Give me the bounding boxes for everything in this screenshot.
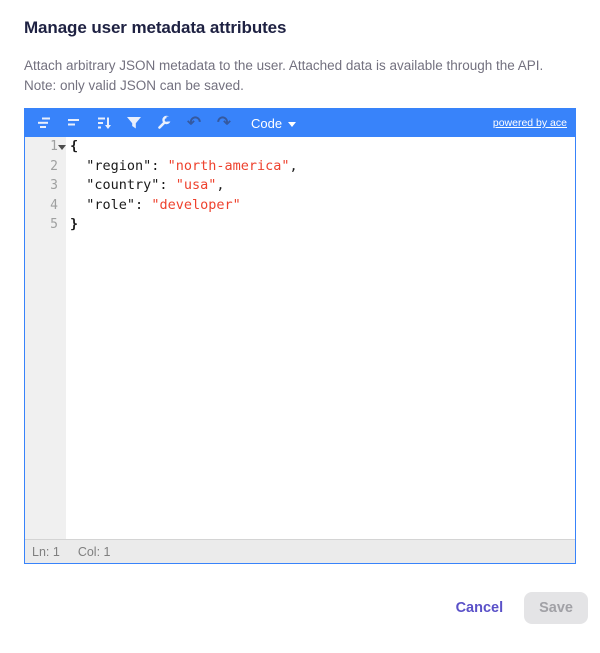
line-indicator: Ln: 1 [32,544,60,559]
page-title: Manage user metadata attributes [24,18,287,37]
json-editor: ↶ ↷ Code powered by ace 12345 { "region":… [24,108,576,564]
line-number: 5 [50,217,58,233]
editor-toolbar: ↶ ↷ Code powered by ace [25,109,575,137]
fold-caret-icon[interactable] [58,145,66,150]
line-number: 3 [50,178,58,194]
sort-icon [96,115,112,131]
modal-footer: Cancel Save [24,592,588,624]
description-note: Note: only valid JSON can be saved. [24,77,244,93]
compact-button[interactable] [61,111,87,135]
sort-button[interactable] [91,111,117,135]
mode-dropdown[interactable]: Code [251,115,297,131]
manage-metadata-modal: Manage user metadata attributes Attach a… [0,0,600,624]
code-line: { [70,138,79,154]
line-number: 2 [50,158,58,174]
column-indicator: Col: 1 [77,544,111,559]
repair-icon [156,115,172,131]
code-editor-area[interactable]: 12 3 4 5 { "region": "north-america", "coun… [25,137,575,539]
code-line: "region": "north-america", [86,157,298,174]
line-number-gutter: 12 3 4 5 [25,137,66,539]
save-button[interactable]: Save [524,592,588,624]
line-number: 4 [50,197,58,213]
repair-button[interactable] [151,111,177,135]
chevron-down-icon [288,121,297,127]
line-number: 1 [25,137,66,157]
filter-button[interactable] [121,111,147,135]
toolbar-icon-group: ↶ ↷ [31,111,241,135]
redo-button[interactable]: ↷ [211,111,237,135]
powered-by-ace-link[interactable]: powered by ace [493,117,567,129]
undo-icon: ↶ [186,113,202,133]
code-lines: { "region": "north-america", "country": … [66,137,575,539]
format-icon [36,115,52,131]
editor-statusbar: Ln: 1 Col: 1 [25,539,575,563]
redo-icon: ↷ [216,113,232,133]
description-text: Attach arbitrary JSON metadata to the us… [24,58,544,73]
undo-button[interactable]: ↶ [181,111,207,135]
format-button[interactable] [31,111,57,135]
code-line: } [70,216,79,233]
cancel-button[interactable]: Cancel [456,600,504,616]
mode-dropdown-label: Code [251,115,283,131]
filter-icon [126,115,142,131]
code-line: "country": "usa", [86,177,225,194]
code-line: "role": "developer" [86,196,241,213]
compact-icon [66,115,82,131]
